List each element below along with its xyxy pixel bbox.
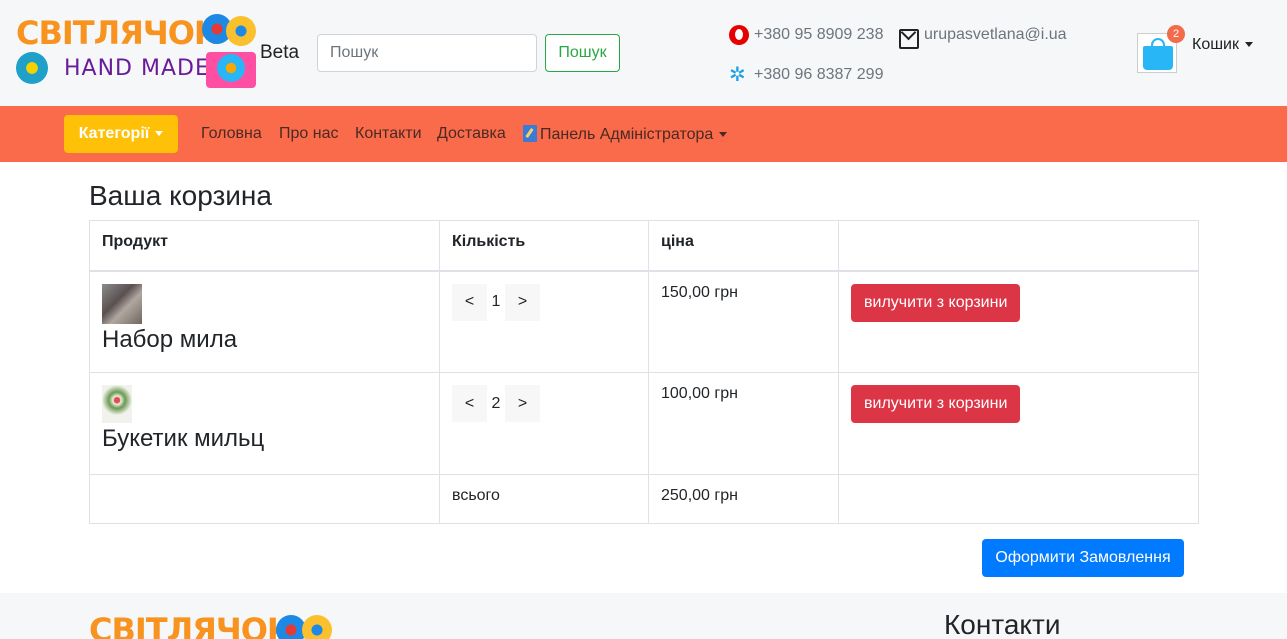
quantity-cell: < 1 >: [439, 270, 649, 373]
table-row: Букетик мильц < 2 > 100,00 грн вилучити …: [89, 372, 1199, 475]
quantity-stepper: < 2 >: [452, 385, 540, 422]
quantity-increase-button[interactable]: >: [505, 385, 540, 422]
phone-vodafone: +380 95 8909 238: [729, 25, 883, 45]
column-header-quantity: Кількість: [439, 220, 649, 272]
footer-contacts-heading: Контакти: [944, 609, 1061, 639]
product-name[interactable]: Букетик мильц: [102, 425, 427, 453]
shopping-bag-icon: [1143, 46, 1173, 70]
quantity-decrease-button[interactable]: <: [452, 385, 487, 422]
admin-label: Панель Адміністратора: [540, 126, 714, 143]
chevron-down-icon: [719, 132, 728, 138]
cart-count-badge: 2: [1167, 25, 1185, 43]
price-cell: 100,00 грн: [648, 372, 839, 475]
phone-vodafone-text: +380 95 8909 238: [754, 26, 884, 43]
header: СВІТЛЯЧОК HAND MADE Beta Пошук +380 95 8…: [0, 0, 1287, 106]
action-cell: вилучити з корзини: [838, 372, 1199, 475]
product-cell: Букетик мильц: [89, 372, 440, 475]
search-button[interactable]: Пошук: [545, 34, 620, 72]
chevron-down-icon: [155, 131, 164, 137]
logo-text-top: СВІТЛЯЧОК: [16, 14, 220, 52]
mail-icon: [899, 29, 919, 49]
column-header-product: Продукт: [89, 220, 440, 272]
main-navbar: Категорії Головна Про нас Контакти Доста…: [0, 106, 1287, 162]
total-row: всього 250,00 грн: [89, 474, 1199, 524]
flower-icon: [302, 615, 332, 639]
product-image[interactable]: [102, 385, 132, 423]
chevron-down-icon: [1245, 42, 1253, 48]
flower-icon: [16, 52, 48, 84]
product-name[interactable]: Набор мила: [102, 326, 427, 354]
nav-link-about[interactable]: Про нас: [279, 125, 338, 143]
flower-icon: [226, 16, 256, 46]
nav-link-delivery[interactable]: Доставка: [437, 125, 506, 143]
site-logo[interactable]: СВІТЛЯЧОК HAND MADE: [14, 12, 262, 92]
table-header-row: Продукт Кількість ціна: [89, 220, 1199, 272]
total-label: всього: [439, 474, 649, 524]
email-contact: urupasvetlana@i.ua: [899, 25, 1067, 49]
nav-admin-dropdown[interactable]: Панель Адміністратора: [523, 125, 728, 144]
quantity-value: 1: [491, 293, 501, 310]
quantity-cell: < 2 >: [439, 372, 649, 475]
footer-logo[interactable]: СВІТЛЯЧОК: [89, 611, 293, 639]
nav-link-contacts[interactable]: Контакти: [355, 125, 422, 143]
quantity-stepper: < 1 >: [452, 283, 540, 321]
cart-label: Кошик: [1192, 36, 1239, 53]
table-row: Набор мила < 1 > 150,00 грн вилучити з к…: [89, 270, 1199, 373]
quantity-decrease-button[interactable]: <: [452, 283, 487, 321]
action-cell: вилучити з корзини: [838, 270, 1199, 373]
quantity-increase-button[interactable]: >: [505, 283, 540, 321]
edit-icon: [523, 125, 537, 142]
remove-from-cart-button[interactable]: вилучити з корзини: [851, 385, 1021, 423]
product-cell: Набор мила: [89, 270, 440, 373]
email-text: urupasvetlana@i.ua: [924, 26, 1067, 43]
cart-table: Продукт Кількість ціна Набор мила < 1 > …: [89, 220, 1199, 524]
categories-dropdown-button[interactable]: Категорії: [64, 115, 178, 153]
phone-kyivstar-text: +380 96 8387 299: [754, 66, 884, 83]
flower-icon: [217, 54, 245, 82]
column-header-price: ціна: [648, 220, 839, 272]
place-order-button[interactable]: Оформити Замовлення: [982, 539, 1184, 577]
logo-text-bottom: HAND MADE: [64, 56, 210, 81]
product-image[interactable]: [102, 283, 142, 324]
footer: СВІТЛЯЧОК Контакти: [0, 593, 1287, 639]
vodafone-icon: [729, 25, 749, 45]
beta-label: Beta: [260, 42, 300, 63]
column-header-actions: [838, 220, 1199, 272]
nav-link-home[interactable]: Головна: [201, 125, 262, 143]
categories-label: Категорії: [78, 125, 150, 142]
phone-kyivstar: ✲ +380 96 8387 299: [729, 65, 883, 85]
remove-from-cart-button[interactable]: вилучити з корзини: [851, 283, 1021, 322]
page-title: Ваша корзина: [89, 180, 272, 211]
quantity-value: 2: [491, 394, 501, 412]
kyivstar-icon: ✲: [729, 64, 746, 86]
search-input[interactable]: [317, 34, 537, 72]
price-cell: 150,00 грн: [648, 270, 839, 373]
total-value: 250,00 грн: [648, 474, 839, 524]
cart-dropdown[interactable]: Кошик: [1192, 36, 1253, 54]
empty-cell: [838, 474, 1199, 524]
empty-cell: [89, 474, 440, 524]
